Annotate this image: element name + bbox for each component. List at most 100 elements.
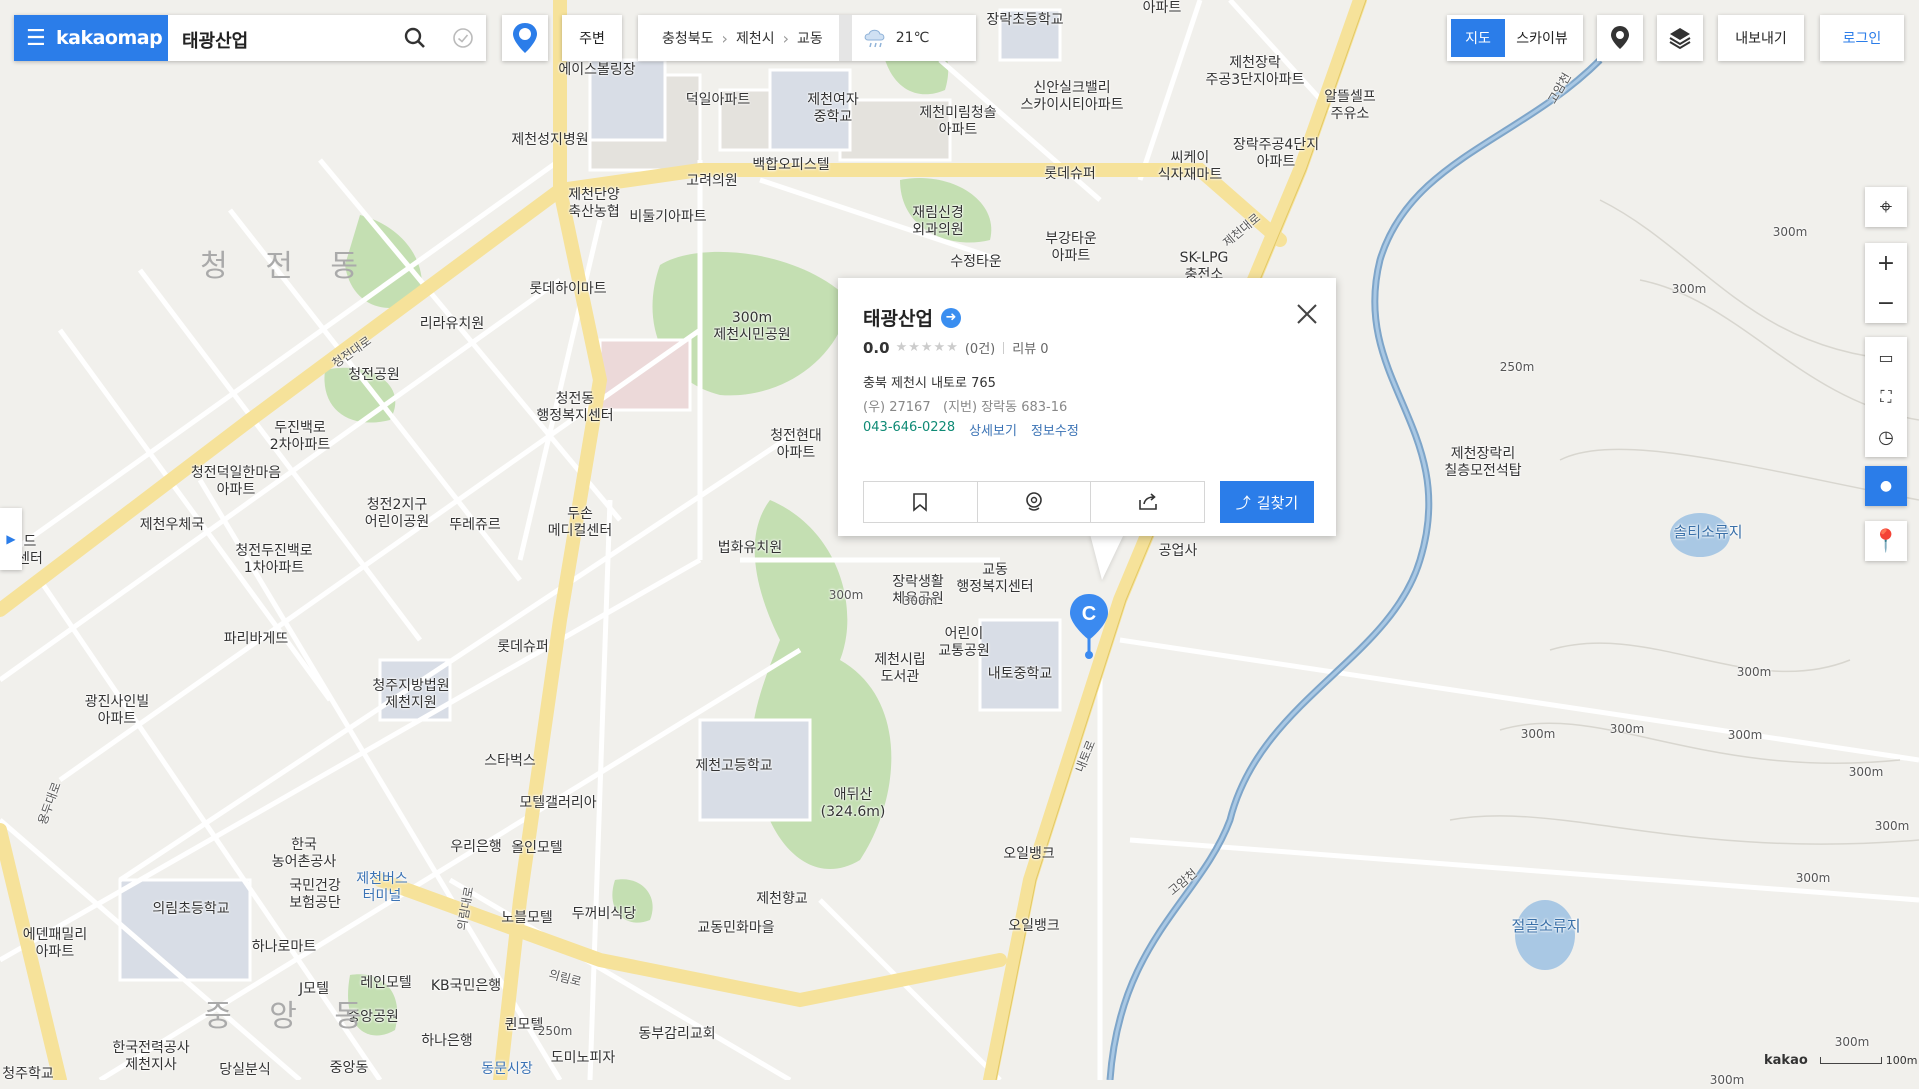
location-pin-button[interactable] <box>502 15 548 61</box>
map-label[interactable]: 제천장락리 칠층모전석탑 <box>1444 446 1521 480</box>
map-label[interactable]: 모텔갤러리아 <box>519 795 596 812</box>
breadcrumb-dong[interactable]: 교동 <box>791 28 829 48</box>
map-label[interactable]: 제천우체국 <box>140 517 204 534</box>
login-button[interactable]: 로그인 <box>1820 15 1904 61</box>
map-label[interactable]: 국민건강 보험공단 <box>289 878 341 912</box>
share-button[interactable] <box>1091 482 1204 522</box>
map-label[interactable]: 두꺼비식당 <box>572 906 636 923</box>
map-label[interactable]: 제천여자 중학교 <box>807 92 859 126</box>
map-label[interactable]: 법화유치원 <box>718 540 782 557</box>
map-label[interactable]: 어린이 교통공원 <box>938 626 990 660</box>
map-label[interactable]: 300m 제천시민공원 <box>713 310 790 344</box>
plus-icon[interactable]: + <box>1865 243 1907 283</box>
map-label[interactable]: 교동민화마을 <box>697 920 774 937</box>
area-icon[interactable]: ⛶ <box>1865 377 1907 417</box>
map-label[interactable]: 뚜레쥬르 <box>449 517 501 534</box>
map-label[interactable]: 당실분식 <box>219 1062 271 1079</box>
radius-icon[interactable]: ◷ <box>1865 417 1907 457</box>
map-label[interactable]: 중앙동 <box>330 1060 369 1077</box>
arrow-right-icon[interactable]: ➜ <box>940 307 961 328</box>
map-label[interactable]: 솔티소류지 <box>1673 524 1742 541</box>
map-label[interactable]: 절골소류지 <box>1511 918 1580 935</box>
map-label[interactable]: 제천장락 주공3단지아파트 <box>1205 55 1304 89</box>
map-label[interactable]: 고려의원 <box>686 173 738 190</box>
map-label[interactable]: 씨케이 식자재마트 <box>1158 150 1222 184</box>
map-label[interactable]: 하나로마트 <box>252 939 316 956</box>
detail-link[interactable]: 상세보기 <box>969 420 1017 439</box>
place-marker[interactable]: C <box>1068 592 1110 662</box>
bookmark-button[interactable] <box>864 482 978 522</box>
map-label[interactable]: 제천향교 <box>756 891 808 908</box>
map-label[interactable]: 공업사 <box>1159 543 1198 560</box>
route-button[interactable]: ⤴ 길찾기 <box>1220 481 1314 523</box>
map-label[interactable]: 하나은행 <box>421 1033 473 1050</box>
map-label[interactable]: 제천버스 터미널 <box>356 871 408 905</box>
map-label[interactable]: 제천고등학교 <box>695 758 772 775</box>
map-label[interactable]: 한국 농어촌공사 <box>272 837 336 871</box>
map-label[interactable]: 아파트 <box>1143 0 1182 17</box>
search-icon[interactable] <box>402 25 428 51</box>
map-label[interactable]: 광진사인빌 아파트 <box>85 694 149 728</box>
crosshair-icon[interactable]: ⌖ <box>1865 187 1907 227</box>
map-label[interactable]: 스타벅스 <box>484 753 536 770</box>
map-label[interactable]: 청주지방법원 제천지원 <box>372 678 449 712</box>
breadcrumb-province[interactable]: 충청북도 <box>656 28 720 48</box>
map-label[interactable]: 동부감리교회 <box>638 1026 715 1043</box>
map-label[interactable]: 레인모텔 <box>360 975 412 992</box>
hamburger-icon[interactable]: ☰ <box>26 26 52 51</box>
map-label[interactable]: 의림초등학교 <box>152 901 229 918</box>
map-label[interactable]: 두손 메디컬센터 <box>548 506 612 540</box>
layers-button[interactable] <box>1657 15 1703 61</box>
add-pin-icon[interactable]: 📍 <box>1865 521 1907 561</box>
map-label[interactable]: 제천성지병원 <box>511 132 588 149</box>
map-label[interactable]: 에이스볼링장 <box>558 62 635 79</box>
map-label[interactable]: 덕일아파트 <box>686 92 750 109</box>
place-title[interactable]: 태광산업 <box>863 304 933 331</box>
map-label[interactable]: 우리은행 <box>450 839 502 856</box>
brand-logo[interactable]: ☰ kakaomap <box>14 15 168 61</box>
map-label[interactable]: 장락주공4단지 아파트 <box>1233 137 1319 171</box>
map-label[interactable]: 알뜰셀프 주유소 <box>1324 89 1376 123</box>
map-label[interactable]: 두진백로 2차아파트 <box>270 420 330 454</box>
close-icon[interactable] <box>1293 300 1321 328</box>
map-label[interactable]: 제천미림청솔 아파트 <box>919 105 996 139</box>
nearby-button[interactable]: 주변 <box>562 15 622 61</box>
map-label[interactable]: 노블모텔 <box>501 910 553 927</box>
map-label[interactable]: 청전현대 아파트 <box>770 428 822 462</box>
panel-toggle[interactable]: ▶ <box>0 508 22 570</box>
map-label[interactable]: 제천시립 도서관 <box>874 652 926 686</box>
map-label[interactable]: 오일뱅크 <box>1008 918 1060 935</box>
map-label[interactable]: 청전2지구 어린이공원 <box>365 497 429 531</box>
map-label[interactable]: 장락초등학교 <box>986 12 1063 29</box>
edit-info-link[interactable]: 정보수정 <box>1031 420 1079 439</box>
map-label[interactable]: 한국전력공사 제천지사 <box>112 1040 189 1074</box>
map-label[interactable]: 올인모텔 <box>511 840 563 857</box>
map-label[interactable]: 청전두진백로 1차아파트 <box>235 543 312 577</box>
map-label[interactable]: 도미노피자 <box>551 1050 615 1067</box>
map-canvas[interactable] <box>0 0 1919 1080</box>
map-label[interactable]: 교동 행정복지센터 <box>956 562 1033 596</box>
ruler-icon[interactable]: ▭ <box>1865 337 1907 377</box>
review-count[interactable]: 리뷰 0 <box>1012 338 1048 357</box>
map-label[interactable]: 신안실크밸리 스카이시티아파트 <box>1020 80 1123 114</box>
map-label[interactable]: 롯데슈퍼 <box>497 639 549 656</box>
search-input[interactable]: 태광산업 <box>182 27 248 53</box>
map-label[interactable]: 청전공원 <box>348 367 400 384</box>
map-label[interactable]: 동문시장 <box>481 1061 533 1078</box>
dot-icon[interactable]: ● <box>1865 466 1907 506</box>
map-label[interactable]: 에덴패밀리 아파트 <box>23 927 87 961</box>
check-circle-icon[interactable] <box>451 26 475 50</box>
map-label[interactable]: 청전덕일한마음 아파트 <box>191 465 281 499</box>
map-label[interactable]: 부강타운 아파트 <box>1045 231 1097 265</box>
map-label[interactable]: 재림신경 외과의원 <box>912 205 964 239</box>
map-label[interactable]: 파리바게뜨 <box>224 631 288 648</box>
map-label[interactable]: 애뒤산 (324.6m) <box>821 787 886 821</box>
map-label[interactable]: KB국민은행 <box>431 978 501 995</box>
map-label[interactable]: 비둘기아파트 <box>629 209 706 226</box>
map-label[interactable]: 내토중학교 <box>988 666 1052 683</box>
map-label[interactable]: 제천단양 축산농협 <box>568 187 620 221</box>
map-label[interactable]: 백합오피스텔 <box>752 157 829 174</box>
breadcrumb-city[interactable]: 제천시 <box>730 28 781 48</box>
map-label[interactable]: 롯데하이마트 <box>529 281 606 298</box>
skyview-button[interactable]: 스카이뷰 <box>1505 28 1579 48</box>
